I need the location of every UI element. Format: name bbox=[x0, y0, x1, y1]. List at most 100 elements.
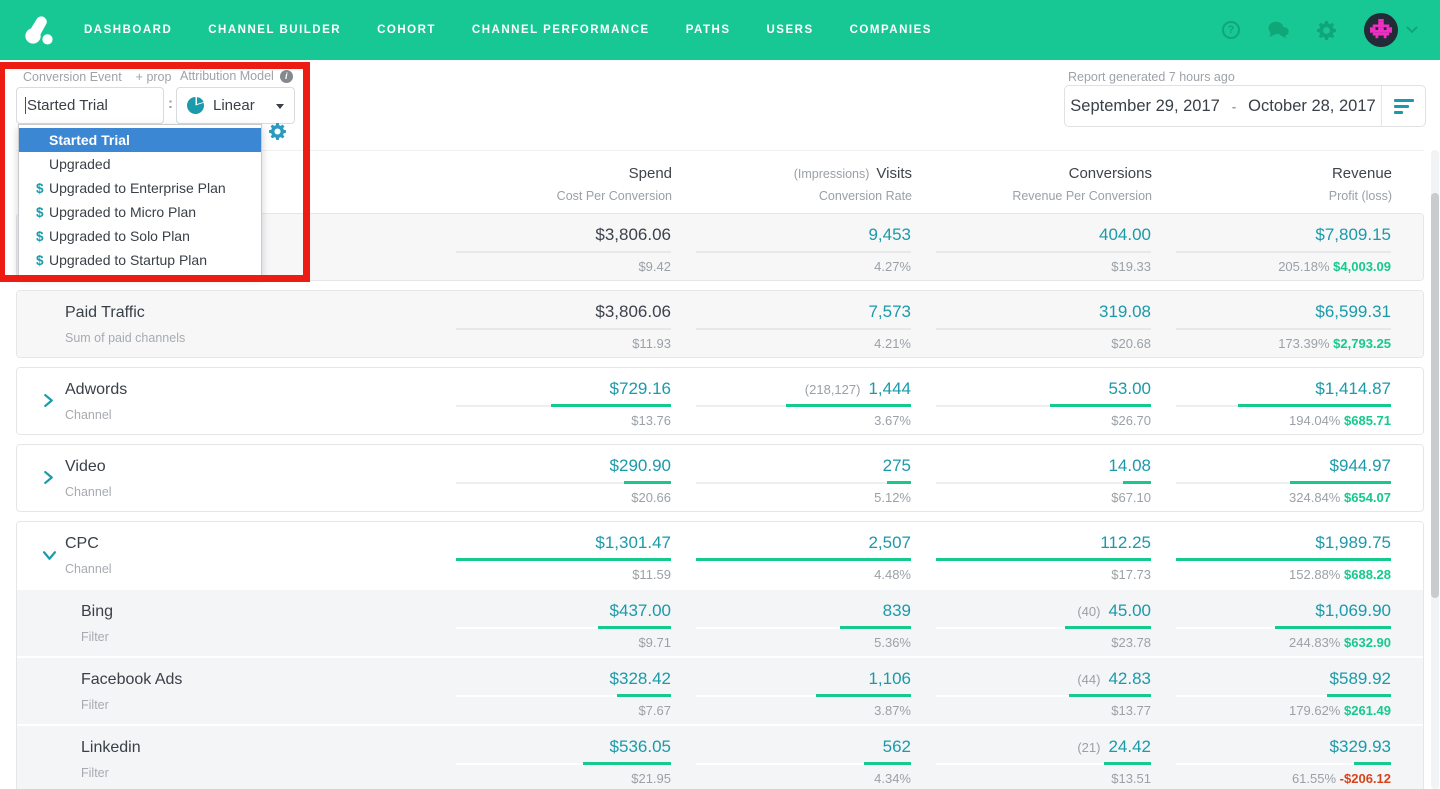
spend-secondary-value: $13.76 bbox=[631, 413, 671, 428]
help-icon[interactable]: ? bbox=[1222, 21, 1240, 39]
spend-bar-fill bbox=[456, 558, 671, 561]
nav-item-cohort[interactable]: COHORT bbox=[377, 24, 436, 36]
cell-spend: $290.90 $20.66 bbox=[431, 445, 671, 511]
select-caret-icon bbox=[276, 103, 284, 113]
dropdown-item-upgraded-to-solo-plan[interactable]: $ Upgraded to Solo Plan bbox=[19, 224, 261, 248]
revenue-value[interactable]: $589.92 bbox=[1330, 669, 1391, 689]
revenue-value[interactable]: $1,414.87 bbox=[1315, 379, 1391, 399]
visits-value[interactable]: 9,453 bbox=[868, 225, 911, 245]
settings-gear-icon[interactable] bbox=[1317, 20, 1336, 40]
nav-item-channel-builder[interactable]: CHANNEL BUILDER bbox=[208, 24, 341, 36]
revenue-bar bbox=[1176, 250, 1391, 253]
spend-bar-fill bbox=[582, 762, 671, 765]
nav-item-paths[interactable]: PATHS bbox=[686, 24, 731, 36]
row-title: Paid Traffic bbox=[65, 304, 145, 321]
info-icon[interactable]: i bbox=[279, 69, 293, 83]
account-menu[interactable] bbox=[1364, 13, 1418, 47]
conversions-value[interactable]: 24.42 bbox=[1108, 737, 1151, 757]
visits-value[interactable]: 562 bbox=[883, 737, 911, 757]
spend-value[interactable]: $437.00 bbox=[610, 601, 671, 621]
table-row-video[interactable]: Video Channel $290.90 $20.66 275 5.12% 14.08 $6… bbox=[17, 445, 1423, 511]
add-property-link[interactable]: + prop bbox=[136, 70, 172, 84]
date-range-picker[interactable]: September 29, 2017 - October 28, 2017 bbox=[1064, 85, 1426, 127]
avatar[interactable] bbox=[1364, 13, 1398, 47]
scrollbar-thumb[interactable] bbox=[1431, 193, 1439, 598]
event-settings-gear-icon[interactable] bbox=[269, 123, 286, 145]
conversions-value[interactable]: 319.08 bbox=[1099, 302, 1151, 322]
profit-loss: 152.88% $688.28 bbox=[1289, 567, 1391, 582]
attribution-model-label: Attribution Model i bbox=[180, 69, 293, 83]
visits-value[interactable]: 7,573 bbox=[868, 302, 911, 322]
revenue-value[interactable]: $944.97 bbox=[1330, 456, 1391, 476]
spend-secondary-value: $11.93 bbox=[632, 336, 671, 351]
row-subtitle: Channel bbox=[65, 408, 112, 422]
visits-value[interactable]: 1,444 bbox=[868, 379, 911, 399]
spend-bar bbox=[456, 626, 671, 629]
nav-menu: DASHBOARD CHANNEL BUILDER COHORT CHANNEL PE… bbox=[84, 24, 932, 36]
conversions-bar bbox=[936, 694, 1151, 697]
revenue-bar-fill bbox=[1289, 481, 1391, 484]
attribution-model-select[interactable]: Linear bbox=[176, 87, 295, 124]
cell-visits: 275 5.12% bbox=[671, 445, 911, 511]
spend-value[interactable]: $328.42 bbox=[610, 669, 671, 689]
collapse-chevron-down-icon[interactable] bbox=[43, 548, 56, 566]
spend-bar bbox=[456, 327, 671, 330]
spend-value[interactable]: $729.16 bbox=[610, 379, 671, 399]
conversions-value[interactable]: 14.08 bbox=[1108, 456, 1151, 476]
nav-item-users[interactable]: USERS bbox=[767, 24, 814, 36]
row-title: CPC bbox=[65, 535, 99, 552]
filter-bar: Conversion Event + prop Started Trial : … bbox=[0, 60, 1440, 282]
conversion-event-label-text: Conversion Event bbox=[23, 70, 122, 84]
expand-chevron-right-icon[interactable] bbox=[43, 471, 54, 489]
cell-spend: $1,301.47 $11.59 bbox=[431, 522, 671, 588]
expand-chevron-right-icon[interactable] bbox=[43, 394, 54, 412]
spend-bar-fill bbox=[597, 626, 671, 629]
visits-bar-fill bbox=[887, 481, 911, 484]
table-row-cpc[interactable]: CPC Channel $1,301.47 $11.59 2,507 4.48% 112.2… bbox=[17, 522, 1423, 588]
profit-value: $654.07 bbox=[1344, 490, 1391, 505]
conversions-value[interactable]: 112.25 bbox=[1100, 533, 1151, 553]
row-title: Bing bbox=[81, 603, 114, 620]
column-header-visits: (Impressions) Visits Conversion Rate bbox=[672, 165, 912, 213]
conversions-value[interactable]: 53.00 bbox=[1108, 379, 1151, 399]
report-generated-label: Report generated 7 hours ago bbox=[1068, 70, 1235, 84]
revenue-value[interactable]: $1,989.75 bbox=[1315, 533, 1391, 553]
revenue-value[interactable]: $7,809.15 bbox=[1315, 225, 1391, 245]
table-row-adwords[interactable]: Adwords Channel $729.16 $13.76 (218,127) 1,44… bbox=[17, 368, 1423, 434]
spend-value[interactable]: $1,301.47 bbox=[595, 533, 671, 553]
dropdown-item-upgraded-to-micro-plan[interactable]: $ Upgraded to Micro Plan bbox=[19, 200, 261, 224]
visits-value[interactable]: 839 bbox=[883, 601, 911, 621]
nav-item-companies[interactable]: COMPANIES bbox=[850, 24, 932, 36]
conversion-event-input[interactable]: Started Trial bbox=[16, 87, 164, 124]
revenue-value[interactable]: $329.93 bbox=[1330, 737, 1391, 757]
nav-item-channel-performance[interactable]: CHANNEL PERFORMANCE bbox=[472, 24, 650, 36]
nav-item-dashboard[interactable]: DASHBOARD bbox=[84, 24, 172, 36]
visits-value[interactable]: 2,507 bbox=[868, 533, 911, 553]
conversions-value[interactable]: 42.83 bbox=[1108, 669, 1151, 689]
visits-bar-fill bbox=[840, 626, 911, 629]
conversions-bar bbox=[936, 558, 1151, 561]
column-header-impressions: (Impressions) bbox=[793, 167, 870, 181]
dropdown-item-started-trial[interactable]: Started Trial bbox=[19, 128, 261, 152]
conversions-value[interactable]: 45.00 bbox=[1108, 601, 1151, 621]
conversions-value[interactable]: 404.00 bbox=[1099, 225, 1151, 245]
visits-value[interactable]: 275 bbox=[883, 456, 911, 476]
visits-value[interactable]: 1,106 bbox=[868, 669, 911, 689]
profit-loss: 244.83% $632.90 bbox=[1289, 635, 1391, 650]
cell-revenue: $329.93 61.55% -$206.12 bbox=[1151, 726, 1391, 789]
dropdown-item-upgraded-to-enterprise-plan[interactable]: $ Upgraded to Enterprise Plan bbox=[19, 176, 261, 200]
row-name-cell: CPC Channel bbox=[17, 522, 431, 588]
attribution-logo-icon[interactable] bbox=[22, 13, 56, 47]
visits-bar bbox=[696, 626, 911, 629]
messages-icon[interactable] bbox=[1268, 21, 1289, 39]
conversions-bar-fill bbox=[1069, 694, 1151, 697]
revenue-value[interactable]: $1,069.90 bbox=[1315, 601, 1391, 621]
pie-chart-icon bbox=[187, 97, 204, 114]
dropdown-item-upgraded[interactable]: Upgraded bbox=[19, 152, 261, 176]
report-filter-button[interactable] bbox=[1381, 86, 1425, 126]
spend-value[interactable]: $536.05 bbox=[610, 737, 671, 757]
spend-value[interactable]: $290.90 bbox=[610, 456, 671, 476]
dropdown-item-label: Started Trial bbox=[49, 132, 130, 148]
revenue-value[interactable]: $6,599.31 bbox=[1315, 302, 1391, 322]
dropdown-item-upgraded-to-startup-plan[interactable]: $ Upgraded to Startup Plan bbox=[19, 248, 261, 272]
